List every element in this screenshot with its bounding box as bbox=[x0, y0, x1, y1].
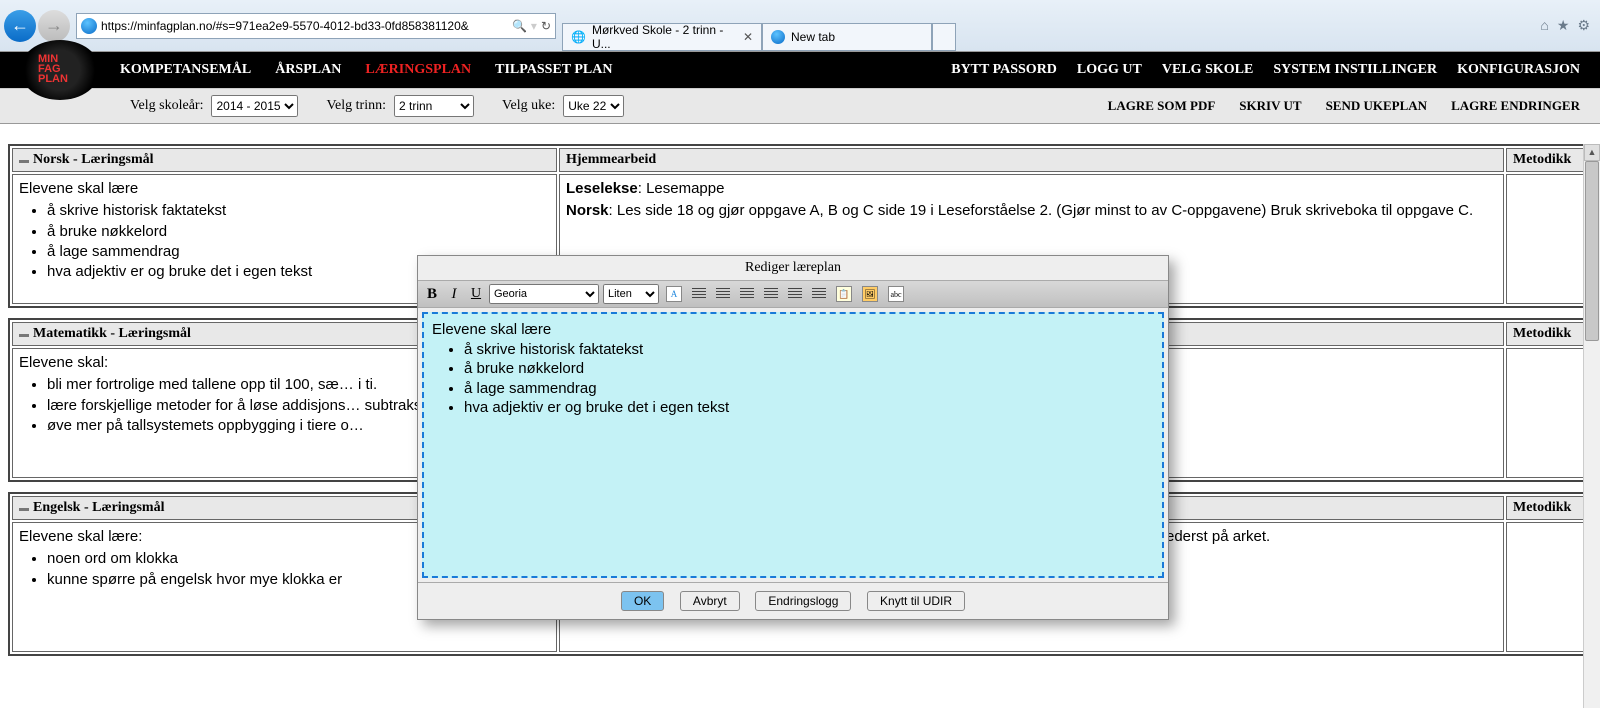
bold-button[interactable]: B bbox=[423, 284, 441, 304]
header-metodikk: Metodikk bbox=[1506, 322, 1584, 346]
address-bar[interactable]: https://minfagplan.no/#s=971ea2e9-5570-4… bbox=[76, 13, 556, 39]
insert-image-button[interactable]: 🖼 bbox=[859, 284, 881, 304]
tab-title: Mørkved Skole - 2 trinn - U... bbox=[592, 23, 737, 51]
ie-icon bbox=[81, 18, 97, 34]
tab-strip: 🌐 Mørkved Skole - 2 trinn - U... ✕ New t… bbox=[562, 0, 956, 51]
ie-icon bbox=[771, 30, 785, 44]
nav-logg-ut[interactable]: LOGG UT bbox=[1077, 62, 1142, 78]
editor-textarea[interactable]: Elevene skal lære å skrive historisk fak… bbox=[422, 312, 1164, 578]
nav-back-button[interactable]: ← bbox=[4, 10, 36, 42]
align-center-button[interactable] bbox=[713, 284, 733, 304]
uke-select[interactable]: Uke 22 bbox=[563, 95, 624, 117]
ordered-list-button[interactable] bbox=[785, 284, 805, 304]
browser-chrome: ← → https://minfagplan.no/#s=971ea2e9-55… bbox=[0, 0, 1600, 52]
trinn-select[interactable]: 2 trinn bbox=[394, 95, 474, 117]
action-send-ukeplan[interactable]: SEND UKEPLAN bbox=[1326, 98, 1428, 114]
nav-bytt-passord[interactable]: BYTT PASSORD bbox=[951, 62, 1057, 78]
main-nav: KOMPETANSEMÅL ÅRSPLAN LÆRINGSPLAN TILPAS… bbox=[0, 52, 1600, 88]
vertical-scrollbar[interactable]: ▲ bbox=[1583, 144, 1600, 708]
scroll-thumb[interactable] bbox=[1585, 161, 1599, 341]
cell-matte-metodikk[interactable] bbox=[1506, 348, 1584, 478]
unordered-list-button[interactable] bbox=[809, 284, 829, 304]
cancel-button[interactable]: Avbryt bbox=[680, 591, 740, 611]
logo[interactable] bbox=[20, 40, 100, 100]
editor-bullet: å lage sammendrag bbox=[464, 379, 1154, 399]
favorites-icon[interactable]: ★ bbox=[1557, 17, 1570, 34]
scroll-up-icon[interactable]: ▲ bbox=[1584, 144, 1600, 161]
header-metodikk: Metodikk bbox=[1506, 496, 1584, 520]
tab-active[interactable]: 🌐 Mørkved Skole - 2 trinn - U... ✕ bbox=[562, 23, 762, 51]
align-left-button[interactable] bbox=[689, 284, 709, 304]
nav-konfigurasjon[interactable]: KONFIGURASJON bbox=[1457, 62, 1580, 78]
tools-icon[interactable]: ⚙ bbox=[1577, 17, 1590, 34]
nav-kompetansemal[interactable]: KOMPETANSEMÅL bbox=[120, 62, 251, 78]
editor-bullet: å bruke nøkkelord bbox=[464, 359, 1154, 379]
nav-arsplan[interactable]: ÅRSPLAN bbox=[275, 62, 341, 78]
url-text: https://minfagplan.no/#s=971ea2e9-5570-4… bbox=[101, 19, 508, 33]
header-norsk: ▬Norsk - Læringsmål bbox=[12, 148, 557, 172]
uke-label: Velg uke: bbox=[502, 98, 555, 114]
paste-button[interactable]: 📋 bbox=[833, 284, 855, 304]
nav-system-instillinger[interactable]: SYSTEM INSTILLINGER bbox=[1273, 62, 1437, 78]
cell-engelsk-metodikk[interactable] bbox=[1506, 522, 1584, 652]
hjemme-text: : Les side 18 og gjør oppgave A, B og C … bbox=[609, 202, 1474, 219]
udir-button[interactable]: Knytt til UDIR bbox=[867, 591, 965, 611]
tab-title: New tab bbox=[791, 30, 835, 44]
font-size-select[interactable]: Liten bbox=[603, 284, 659, 304]
align-justify-button[interactable] bbox=[761, 284, 781, 304]
action-lagre-pdf[interactable]: LAGRE SOM PDF bbox=[1108, 98, 1216, 114]
action-skriv-ut[interactable]: SKRIV UT bbox=[1239, 98, 1301, 114]
modal-title: Rediger læreplan bbox=[418, 256, 1168, 280]
refresh-icon[interactable]: ↻ bbox=[541, 19, 551, 33]
list-item: å bruke nøkkelord bbox=[47, 222, 550, 242]
header-hjemmearbeid: Hjemmearbeid bbox=[559, 148, 1504, 172]
new-tab-button[interactable] bbox=[932, 23, 956, 51]
font-family-select[interactable]: Georia bbox=[489, 284, 599, 304]
editor-bullet: å skrive historisk faktatekst bbox=[464, 340, 1154, 360]
hjemme-label: Norsk bbox=[566, 202, 609, 219]
nav-laeringsplan[interactable]: LÆRINGSPLAN bbox=[365, 62, 471, 78]
ok-button[interactable]: OK bbox=[621, 591, 664, 611]
tab-new[interactable]: New tab bbox=[762, 23, 932, 51]
hjemme-label: Leselekse bbox=[566, 180, 638, 197]
hjemme-text: : Lesemappe bbox=[638, 180, 725, 197]
edit-modal: Rediger læreplan B I U Georia Liten A 📋 … bbox=[417, 255, 1169, 620]
spellcheck-button[interactable]: abc bbox=[885, 284, 907, 304]
cell-norsk-metodikk[interactable] bbox=[1506, 174, 1584, 304]
trinn-label: Velg trinn: bbox=[326, 98, 386, 114]
changelog-button[interactable]: Endringslogg bbox=[755, 591, 851, 611]
favicon-icon: 🌐 bbox=[571, 30, 586, 44]
tab-close-icon[interactable]: ✕ bbox=[743, 30, 753, 44]
modal-footer: OK Avbryt Endringslogg Knytt til UDIR bbox=[418, 582, 1168, 619]
italic-button[interactable]: I bbox=[445, 284, 463, 304]
home-icon[interactable]: ⌂ bbox=[1540, 17, 1548, 34]
header-metodikk: Metodikk bbox=[1506, 148, 1584, 172]
nav-forward-button[interactable]: → bbox=[38, 10, 70, 42]
editor-bullet: hva adjektiv er og bruke det i egen teks… bbox=[464, 398, 1154, 418]
list-item: å skrive historisk faktatekst bbox=[47, 201, 550, 221]
underline-button[interactable]: U bbox=[467, 284, 485, 304]
nav-velg-skole[interactable]: VELG SKOLE bbox=[1162, 62, 1253, 78]
search-icon[interactable]: 🔍 bbox=[512, 19, 527, 33]
text-color-button[interactable]: A bbox=[663, 284, 685, 304]
align-right-button[interactable] bbox=[737, 284, 757, 304]
year-label: Velg skoleår: bbox=[130, 98, 203, 114]
nav-tilpasset-plan[interactable]: TILPASSET PLAN bbox=[495, 62, 612, 78]
editor-intro: Elevene skal lære bbox=[432, 321, 551, 338]
action-lagre-endringer[interactable]: LAGRE ENDRINGER bbox=[1451, 98, 1580, 114]
year-select[interactable]: 2014 - 2015 bbox=[211, 95, 298, 117]
intro-text: Elevene skal lære bbox=[19, 179, 550, 199]
editor-toolbar: B I U Georia Liten A 📋 🖼 abc bbox=[418, 280, 1168, 308]
filter-bar: Velg skoleår: 2014 - 2015 Velg trinn: 2 … bbox=[0, 88, 1600, 124]
